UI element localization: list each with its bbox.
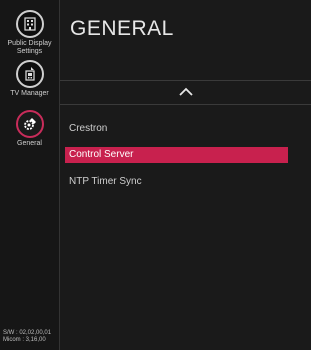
micom-version: Micom : 3,16,00 [3, 337, 46, 343]
software-version: S/W : 02,02,00,01 [3, 330, 52, 336]
gear-icon [15, 110, 44, 138]
tv-settings-screen: Public Display Settings TV Manager Gener… [0, 0, 311, 350]
menu-item-ntp-timer-sync[interactable]: NTP Timer Sync [65, 174, 288, 190]
sidebar: Public Display Settings TV Manager Gener… [0, 0, 60, 350]
divider [60, 104, 311, 105]
main-panel: GENERAL Crestron Control Server NTP Time… [60, 0, 311, 350]
divider [60, 80, 311, 81]
sidebar-item-label: Public Display Settings [7, 40, 52, 55]
version-info: S/W : 02,02,00,01 Micom : 3,16,00 [3, 330, 51, 344]
page-title: GENERAL [70, 17, 174, 40]
chevron-up-icon [179, 87, 193, 96]
sidebar-item-public-display-settings[interactable]: Public Display Settings [0, 10, 59, 56]
tv-manager-icon [15, 60, 44, 88]
sidebar-item-label: TV Manager [10, 90, 49, 97]
menu-item-control-server[interactable]: Control Server [65, 147, 288, 163]
menu-item-crestron[interactable]: Crestron [65, 121, 288, 137]
sidebar-item-label: General [17, 140, 42, 147]
sidebar-item-general[interactable]: General [0, 110, 59, 148]
sidebar-item-tv-manager[interactable]: TV Manager [0, 60, 59, 98]
scroll-up-button[interactable] [60, 82, 311, 102]
building-icon [15, 10, 44, 38]
